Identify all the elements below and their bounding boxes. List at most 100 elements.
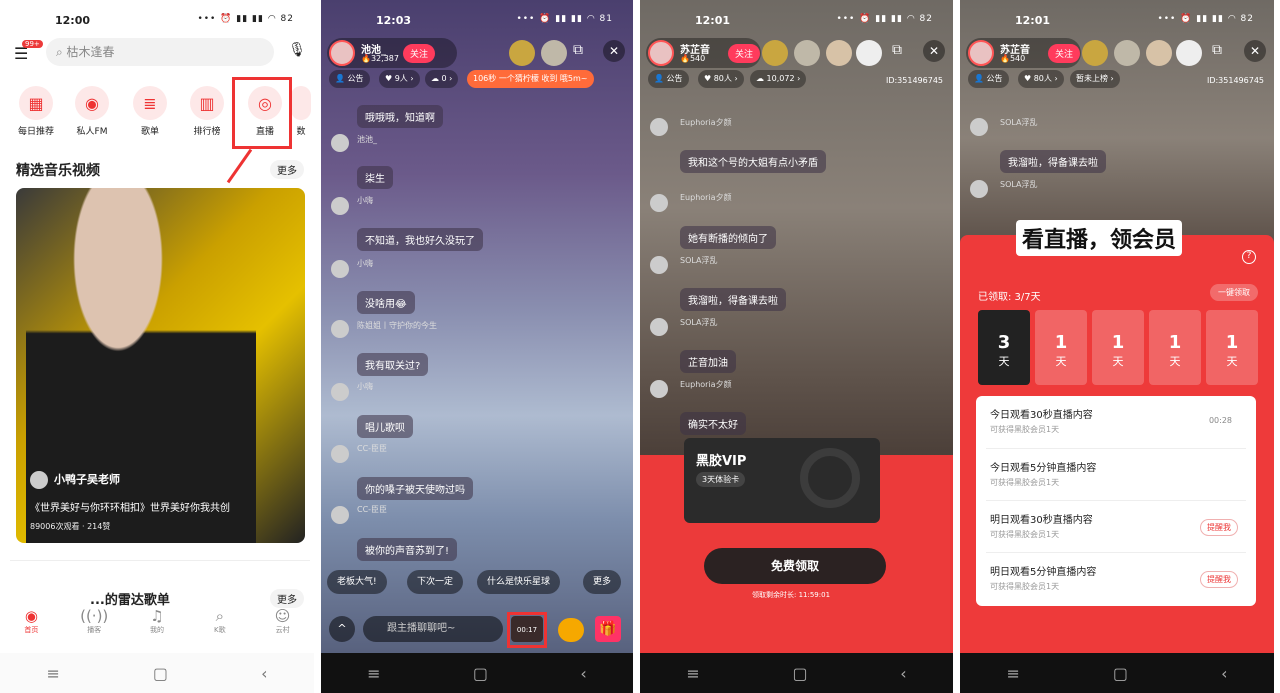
vinyl-icon (800, 448, 860, 508)
cat-daily[interactable]: ▦ 每日推荐 (10, 86, 62, 137)
tab-mine[interactable]: ♫ 我的 (137, 607, 177, 647)
notice-badge[interactable]: 👤 公告 (648, 70, 689, 88)
karaoke-icon: ⌕ (215, 607, 224, 625)
rank-icon[interactable] (541, 40, 567, 66)
cat-playlist[interactable]: ≣ 歌单 (124, 86, 176, 137)
user-name: 陈姐姐丨守护你的今生 (357, 321, 437, 330)
share-screen-icon[interactable]: ⧉ (892, 42, 902, 58)
more-button[interactable]: 更多 (270, 160, 304, 179)
chat-input[interactable]: 跟主播聊聊吧~ (363, 616, 503, 642)
chevron-up-icon[interactable]: ^ (329, 616, 355, 642)
share-screen-icon[interactable]: ⧉ (1212, 42, 1222, 58)
home-screen: 12:00 ••• ⏰ ▮▮ ▮▮ ◠ 82 ☰ 99+ ⌕ 枯木逢春 🎙 ▦ 每日… (0, 0, 314, 693)
chat-message: 我溜啦，得备课去啦 (680, 288, 786, 311)
radio-icon: ◉ (75, 86, 109, 120)
tab-home[interactable]: ◉ 首页 (11, 607, 51, 647)
chat-message: 被你的声音苏到了! (357, 538, 458, 561)
help-icon[interactable]: ? (1242, 250, 1256, 264)
follow-button[interactable]: 关注 (1048, 44, 1081, 63)
quick-reply-more[interactable]: 更多 (583, 570, 622, 594)
vip-card: 黑胶VIP 3天体验卡 (684, 438, 880, 523)
user-name: 池池_ (357, 135, 377, 144)
tab-podcast[interactable]: ((·)) 播客 (74, 607, 114, 647)
message-badge: 99+ (22, 40, 43, 48)
crown-icon[interactable] (1082, 40, 1108, 66)
back-icon[interactable]: ‹ (261, 664, 267, 683)
chat-message: 没啥用😂 (357, 291, 415, 314)
share-screen-icon[interactable]: ⧉ (573, 42, 583, 58)
rank-icon[interactable] (794, 40, 820, 66)
home-nav-icon[interactable]: ▢ (153, 664, 168, 683)
user-avatar (650, 380, 668, 398)
user-name: 小嗨 (357, 382, 373, 391)
gift-icon[interactable]: 🎁 (595, 616, 621, 642)
cat-rank[interactable]: ▥ 排行榜 (181, 86, 233, 137)
recents-icon[interactable]: ≡ (686, 664, 699, 683)
more-button-2[interactable]: 更多 (270, 589, 304, 608)
viewer-count[interactable]: ♥ 80人 › (1018, 70, 1064, 88)
playlist-icon: ≣ (133, 86, 167, 120)
recents-icon[interactable]: ≡ (47, 664, 60, 683)
search-input[interactable]: ⌕ 枯木逢春 (46, 38, 274, 66)
mic-icon[interactable]: 🎙 (288, 42, 306, 58)
cat-fm[interactable]: ◉ 私人FM (66, 86, 118, 137)
video-card[interactable]: 小鸭子吴老师 《世界美好与你环环相扣》世界美好你我共创 89006次观看 · 2… (16, 188, 305, 543)
user-avatar (650, 256, 668, 274)
notice-badge[interactable]: 👤 公告 (968, 70, 1009, 88)
user-name: CC-臣臣 (357, 505, 388, 514)
podcast-icon: ((·)) (80, 607, 109, 625)
notice-badge[interactable]: 👤 公告 (329, 70, 370, 88)
viewer-avatar[interactable] (856, 40, 882, 66)
viewer-avatar[interactable] (1176, 40, 1202, 66)
like-count[interactable]: ☁ 10,072 › (750, 70, 807, 88)
host-info[interactable]: 池池_ 🔥32,387 关注 (327, 38, 457, 68)
tab-community[interactable]: ☺ 云村 (263, 607, 303, 647)
claim-all-button[interactable]: 一键领取 (1210, 284, 1258, 301)
close-icon[interactable]: ✕ (603, 40, 625, 62)
task-banner[interactable]: 106秒 一个猜柠檬 收到 哦5m~ (467, 70, 594, 88)
community-icon: ☺ (274, 607, 291, 625)
vip-card-button[interactable]: 00:17 (511, 616, 543, 642)
user-name: Euphoria夕颜 (680, 118, 732, 127)
video-author: 小鸭子吴老师 (30, 471, 120, 489)
recents-icon[interactable]: ≡ (1007, 664, 1020, 683)
viewer-avatar[interactable] (1146, 40, 1172, 66)
back-icon[interactable]: ‹ (1221, 664, 1227, 683)
crown-icon[interactable] (509, 40, 535, 66)
status-time: 12:03 (376, 14, 412, 27)
status-icons: ••• ⏰ ▮▮ ▮▮ ◠ 82 (836, 14, 933, 24)
gift-shop-icon[interactable] (558, 618, 584, 642)
user-avatar (331, 134, 349, 152)
user-name: Euphoria夕颜 (680, 193, 732, 202)
rank-icon[interactable] (1114, 40, 1140, 66)
chat-message: 芷音加油 (680, 350, 736, 373)
recents-icon[interactable]: ≡ (367, 664, 380, 683)
crown-icon[interactable] (762, 40, 788, 66)
live-room-3: 12:01 ••• ⏰ ▮▮ ▮▮ ◠ 82 苏芷音 🔥540 关注 ⧉ ✕ 👤 … (960, 0, 1274, 693)
rank-status[interactable]: 暂未上榜 › (1070, 70, 1120, 88)
remind-button[interactable]: 提醒我 (1200, 519, 1238, 536)
back-icon[interactable]: ‹ (900, 664, 906, 683)
claim-button[interactable]: 免费领取 (704, 548, 886, 584)
user-name: SOLA浮乱 (680, 256, 718, 265)
viewer-count[interactable]: ♥ 9人 › (379, 70, 420, 88)
follow-button[interactable]: 关注 (728, 44, 761, 63)
tab-karaoke[interactable]: ⌕ K歌 (200, 607, 240, 647)
viewer-count[interactable]: ♥ 80人 › (698, 70, 744, 88)
home-nav-icon[interactable]: ▢ (473, 664, 488, 683)
home-nav-icon[interactable]: ▢ (792, 664, 807, 683)
viewer-avatar[interactable] (826, 40, 852, 66)
host-avatar (968, 40, 994, 66)
back-icon[interactable]: ‹ (580, 664, 586, 683)
quick-reply[interactable]: 什么是快乐星球 (477, 570, 561, 594)
follow-button[interactable]: 关注 (403, 44, 436, 63)
close-icon[interactable]: ✕ (1244, 40, 1266, 62)
close-icon[interactable]: ✕ (923, 40, 945, 62)
quick-reply[interactable]: 老板大气! (327, 570, 387, 594)
remind-button[interactable]: 提醒我 (1200, 571, 1238, 588)
host-info[interactable]: 苏芷音 🔥540 关注 (966, 38, 1081, 68)
quick-reply[interactable]: 下次一定 (407, 570, 464, 594)
host-info[interactable]: 苏芷音 🔥540 关注 (646, 38, 761, 68)
like-count[interactable]: ☁ 0 › (425, 70, 459, 88)
home-nav-icon[interactable]: ▢ (1113, 664, 1128, 683)
